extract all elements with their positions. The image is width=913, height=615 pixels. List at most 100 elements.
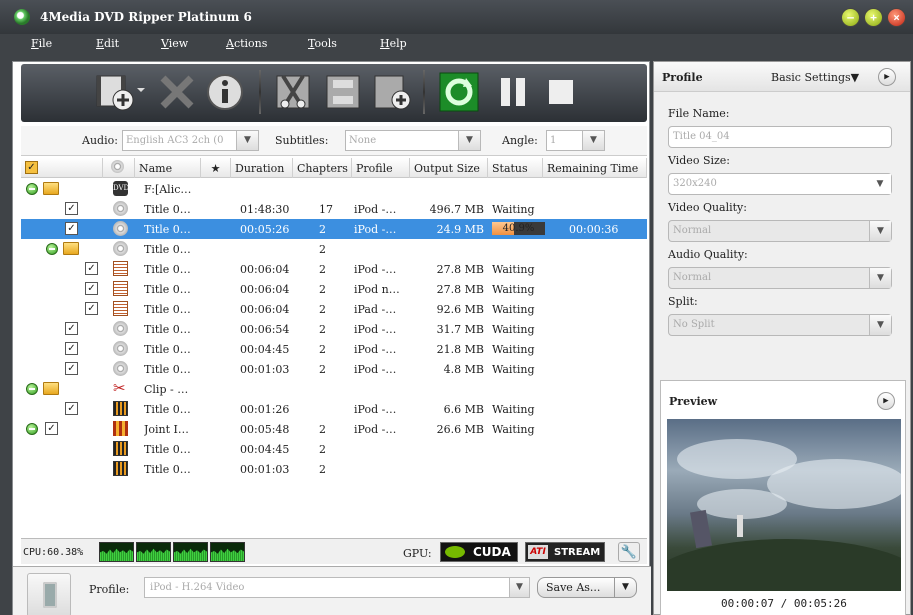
row-checkbox[interactable]: ✓ — [65, 342, 78, 355]
table-row[interactable]: ✂ Clip - … — [21, 379, 647, 399]
chevron-down-icon: ▼ — [458, 131, 480, 150]
row-size: 92.6 MB — [436, 303, 484, 316]
row-checkbox[interactable]: ✓ — [65, 222, 78, 235]
table-row[interactable]: Title 0… 2 — [21, 239, 647, 259]
column-header-duration[interactable]: Duration — [231, 158, 293, 178]
table-row[interactable]: ✓ Title 0… 00:06:54 2 iPod -… 31.7 MB Waiting — [21, 319, 647, 339]
split-label: Split: — [668, 295, 698, 308]
menu-edit[interactable]: Edit — [96, 37, 119, 50]
menu-view[interactable]: View — [161, 37, 188, 50]
star-column[interactable]: ★ — [201, 158, 231, 178]
row-size: 27.8 MB — [436, 283, 484, 296]
row-checkbox[interactable]: ✓ — [85, 282, 98, 295]
table-row[interactable]: ✓ Title 0… 00:01:03 2 iPod -… 4.8 MB Waiting — [21, 359, 647, 379]
folder-icon — [43, 182, 59, 195]
row-status: Waiting — [492, 323, 535, 336]
row-remaining: 00:00:36 — [569, 223, 619, 236]
row-size: 31.7 MB — [436, 323, 484, 336]
table-row[interactable]: ✓ Title 0… 00:01:26 iPod -… 6.6 MB Waiting — [21, 399, 647, 419]
menu-actions[interactable]: Actions — [226, 37, 267, 50]
add-segment-icon[interactable] — [371, 72, 411, 112]
subtitles-label: Subtitles: — [275, 134, 329, 147]
video-size-select[interactable]: 320x240 ▼ — [668, 173, 892, 195]
table-row[interactable]: ✓ Title 0… 00:06:04 2 iPad -… 92.6 MB Waiting — [21, 299, 647, 319]
row-name: Title 0… — [144, 223, 191, 236]
table-row[interactable]: ✓ Title 0… 00:06:04 2 iPod -… 27.8 MB Waiting — [21, 259, 647, 279]
row-status: Waiting — [492, 423, 535, 436]
row-checkbox[interactable]: ✓ — [45, 422, 58, 435]
row-chapters: 2 — [319, 423, 326, 436]
video-quality-select[interactable]: Normal ▼ — [668, 220, 892, 242]
column-header-name[interactable]: Name — [135, 158, 201, 178]
menu-tools[interactable]: Tools — [308, 37, 337, 50]
chevron-down-icon: ▼ — [236, 131, 258, 150]
row-checkbox[interactable]: ✓ — [85, 302, 98, 315]
collapse-icon[interactable] — [26, 423, 38, 435]
table-row[interactable]: ✓ Title 0… 01:48:30 17 iPod -… 496.7 MB Waitin… — [21, 199, 647, 219]
row-checkbox[interactable]: ✓ — [65, 322, 78, 335]
wrench-icon[interactable]: 🔧 — [618, 542, 640, 562]
table-row[interactable]: DVD F:[Alic… — [21, 179, 647, 199]
split-select[interactable]: No Split ▼ — [668, 314, 892, 336]
save-as-button[interactable]: Save As... ▼ — [537, 577, 637, 598]
gpu-label: GPU: — [403, 547, 432, 560]
collapse-icon[interactable] — [26, 183, 38, 195]
table-row[interactable]: ✓ Title 0… 00:06:04 2 iPod n… 27.8 MB Waiting — [21, 279, 647, 299]
cuda-toggle[interactable]: CUDA — [440, 542, 518, 562]
select-all-checkbox[interactable]: ✓ — [25, 161, 38, 174]
basic-settings-dropdown[interactable]: Basic Settings▼ — [771, 71, 859, 84]
audio-quality-label: Audio Quality: — [668, 248, 748, 261]
convert-icon[interactable] — [439, 72, 479, 112]
merge-icon[interactable] — [323, 72, 363, 112]
stop-icon[interactable] — [541, 72, 581, 112]
delete-icon[interactable] — [157, 72, 197, 112]
subtitles-select[interactable]: None ▼ — [345, 130, 481, 151]
row-checkbox[interactable]: ✓ — [65, 202, 78, 215]
file-name-input[interactable]: Title 04_04 — [668, 126, 892, 148]
row-profile: iPod n… — [354, 283, 400, 296]
add-file-icon[interactable] — [93, 72, 153, 112]
row-checkbox[interactable]: ✓ — [65, 362, 78, 375]
table-row[interactable]: Title 0… 00:04:45 2 — [21, 439, 647, 459]
row-checkbox[interactable]: ✓ — [85, 262, 98, 275]
expand-arrow-icon[interactable]: ▶ — [878, 68, 896, 86]
table-row[interactable]: ✓ Joint I… 00:05:48 2 iPod -… 26.6 MB Waiting — [21, 419, 647, 439]
row-checkbox[interactable]: ✓ — [65, 402, 78, 415]
table-row[interactable]: ✓ Title 0… 00:04:45 2 iPod -… 21.8 MB Waiting — [21, 339, 647, 359]
column-header-output-size[interactable]: Output Size — [410, 158, 488, 178]
pause-icon[interactable] — [493, 72, 533, 112]
ati-stream-toggle[interactable]: ATI STREAM — [525, 542, 605, 562]
close-button[interactable]: × — [887, 8, 906, 27]
clip-icon[interactable] — [273, 72, 313, 112]
column-header-chapters[interactable]: Chapters — [293, 158, 352, 178]
row-status: Waiting — [492, 203, 535, 216]
angle-select[interactable]: 1 ▼ — [546, 130, 605, 151]
row-name: Title 0… — [144, 443, 191, 456]
collapse-icon[interactable] — [26, 383, 38, 395]
column-header-profile[interactable]: Profile — [352, 158, 410, 178]
file-name-label: File Name: — [668, 107, 730, 120]
video-preview-frame[interactable] — [667, 419, 901, 591]
maximize-button[interactable]: + — [864, 8, 883, 27]
row-duration: 00:01:26 — [240, 403, 290, 416]
expand-arrow-icon[interactable]: ▶ — [877, 392, 895, 410]
column-header-remaining-time[interactable]: Remaining Time — [543, 158, 647, 178]
audio-select[interactable]: English AC3 2ch (0 ▼ — [122, 130, 259, 151]
minimize-button[interactable]: – — [841, 8, 860, 27]
column-header-status[interactable]: Status — [488, 158, 543, 178]
status-bar: CPU:60.38% GPU: CUDA ATI STREAM 🔧 — [21, 538, 647, 564]
menu-file[interactable]: File — [31, 37, 52, 50]
table-row[interactable]: Title 0… 00:01:03 2 — [21, 459, 647, 479]
menu-help[interactable]: Help — [380, 37, 407, 50]
select-all-column[interactable]: ✓ — [21, 158, 103, 178]
collapse-icon[interactable] — [46, 243, 58, 255]
row-name: Clip - … — [144, 383, 189, 396]
row-duration: 00:06:04 — [240, 283, 290, 296]
type-column[interactable] — [103, 158, 135, 178]
row-status: Waiting — [492, 363, 535, 376]
profile-select[interactable]: iPod - H.264 Video ▼ — [144, 577, 530, 598]
table-row[interactable]: ✓ Title 0… 00:05:26 2 iPod -… 24.9 MB 00:00:36… — [21, 219, 647, 239]
audio-quality-select[interactable]: Normal ▼ — [668, 267, 892, 289]
row-name: Title 0… — [144, 263, 191, 276]
info-icon[interactable] — [205, 72, 245, 112]
